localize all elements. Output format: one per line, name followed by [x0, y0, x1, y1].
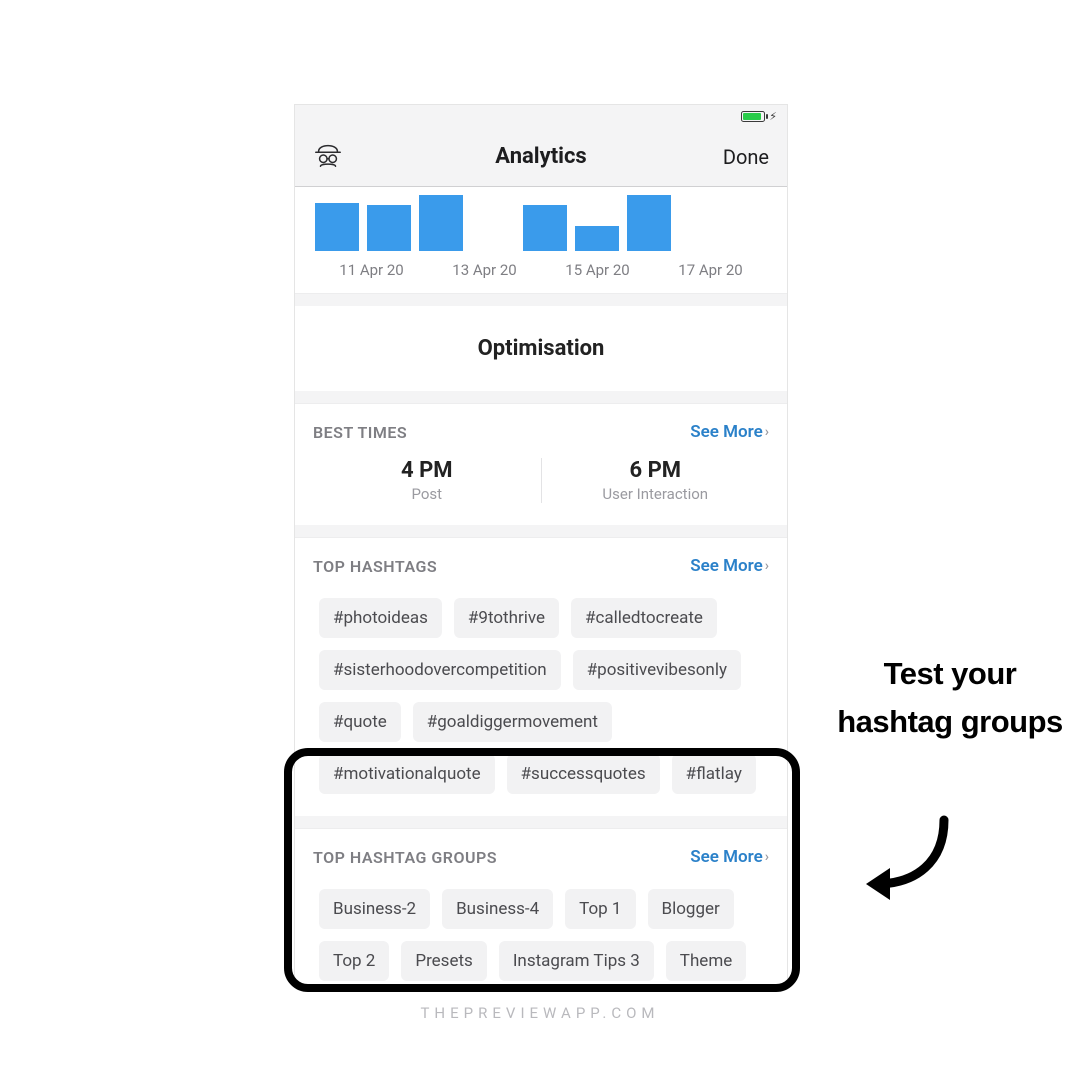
chart-bar	[419, 195, 463, 251]
analytics-chart: 11 Apr 20 13 Apr 20 15 Apr 20 17 Apr 20	[295, 187, 787, 294]
hashtag-group-chip[interactable]: Instagram Tips 3	[499, 941, 654, 981]
chevron-right-icon: ›	[765, 424, 769, 440]
hashtag-chip[interactable]: #goaldiggermovement	[413, 702, 612, 742]
watermark: THEPREVIEWAPP.COM	[0, 1004, 1080, 1022]
hashtag-group-chip[interactable]: Top 1	[565, 889, 635, 929]
x-tick: 17 Apr 20	[654, 261, 767, 279]
hashtag-group-chip[interactable]: Blogger	[648, 889, 734, 929]
done-button[interactable]: Done	[723, 145, 769, 169]
hashtag-chip[interactable]: #calledtocreate	[571, 598, 717, 638]
top-hashtags-title: TOP HASHTAGS	[313, 557, 437, 576]
battery-icon	[741, 111, 765, 122]
hashtag-chip[interactable]: #sisterhoodovercompetition	[319, 650, 561, 690]
hashtag-chip[interactable]: #positivevibesonly	[573, 650, 741, 690]
hashtag-group-chip[interactable]: Top 2	[319, 941, 389, 981]
chart-bar	[575, 226, 619, 251]
best-times-title: BEST TIMES	[313, 423, 407, 442]
charging-icon: ⚡︎	[769, 110, 777, 123]
x-tick: 15 Apr 20	[541, 261, 654, 279]
hashtag-chip[interactable]: #photoideas	[319, 598, 442, 638]
x-tick: 11 Apr 20	[315, 261, 428, 279]
hashtag-chip[interactable]: #successquotes	[507, 754, 660, 794]
hashtag-group-chip[interactable]: Presets	[401, 941, 486, 981]
annotation-arrow-icon	[856, 812, 956, 902]
chart-bar	[315, 203, 359, 251]
chart-bar	[627, 195, 671, 251]
chart-bar	[523, 205, 567, 251]
x-tick: 13 Apr 20	[428, 261, 541, 279]
best-time-post: 4 PM Post	[313, 458, 541, 503]
hashtag-group-chip[interactable]: Theme	[666, 941, 746, 981]
top-groups-title: TOP HASHTAG GROUPS	[313, 848, 497, 867]
hashtag-chip[interactable]: #flatlay	[672, 754, 756, 794]
hashtag-group-chip[interactable]: Business-4	[442, 889, 553, 929]
chevron-right-icon: ›	[765, 849, 769, 865]
hashtag-chip[interactable]: #motivationalquote	[319, 754, 495, 794]
top-hashtags-see-more[interactable]: See More ›	[690, 556, 769, 576]
chart-bar	[367, 205, 411, 251]
optimisation-heading: Optimisation	[295, 294, 787, 403]
top-hashtags-card: TOP HASHTAGS See More › #photoideas #9tot…	[295, 537, 787, 828]
hashtag-chip[interactable]: #9tothrive	[454, 598, 559, 638]
nav-bar: Analytics Done	[295, 127, 787, 187]
chevron-right-icon: ›	[765, 558, 769, 574]
top-hashtag-groups-card: TOP HASHTAG GROUPS See More › Business-2…	[295, 828, 787, 986]
best-times-card: BEST TIMES See More › 4 PM Post 6 PM Use…	[295, 403, 787, 537]
analytics-spy-icon[interactable]	[313, 138, 343, 176]
phone-frame: ⚡︎ Analytics Done 11 Apr 20 13 Apr 20 15…	[294, 104, 788, 986]
best-time-interaction: 6 PM User Interaction	[541, 458, 770, 503]
top-groups-see-more[interactable]: See More ›	[690, 847, 769, 867]
page-title: Analytics	[495, 144, 586, 169]
status-bar: ⚡︎	[295, 105, 787, 127]
hashtag-chip[interactable]: #quote	[319, 702, 401, 742]
annotation-callout: Test your hashtag groups	[832, 650, 1068, 746]
best-times-see-more[interactable]: See More ›	[690, 422, 769, 442]
hashtag-group-chip[interactable]: Business-2	[319, 889, 430, 929]
